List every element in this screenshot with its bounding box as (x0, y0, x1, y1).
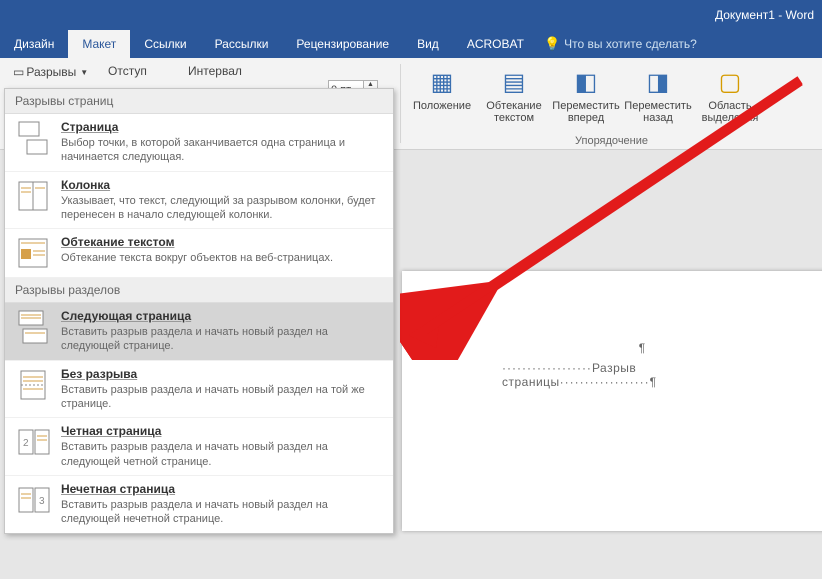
position-label: Положение (413, 100, 471, 112)
odd-page-icon: 3 (15, 482, 51, 518)
menu-item-odd-page[interactable]: 3 Нечетная страница Вставить разрыв разд… (5, 476, 393, 533)
tell-me-search[interactable]: 💡 Что вы хотите сделать? (544, 36, 697, 52)
ribbon-tabs: Дизайн Макет Ссылки Рассылки Рецензирова… (0, 30, 822, 58)
menu-item-desc: Выбор точки, в которой заканчивается одн… (61, 136, 383, 165)
send-backward-label: Переместить назад (624, 100, 691, 124)
spacing-group-label: Интервал (188, 64, 312, 78)
menu-item-desc: Вставить разрыв раздела и начать новый р… (61, 440, 383, 469)
menu-item-text-wrapping[interactable]: Обтекание текстом Обтекание текста вокру… (5, 229, 393, 278)
position-button[interactable]: ▦ Положение (409, 64, 475, 126)
document-canvas: ¶ Разрыв страницы¶ (400, 151, 822, 579)
breaks-dropdown-menu: Разрывы страниц Страница Выбор точки, в … (4, 88, 394, 534)
wrap-text-label: Обтекание текстом (485, 100, 543, 124)
breaks-dropdown-button[interactable]: ▭ Разрывы ▼ (8, 62, 93, 82)
menu-item-title: Без разрыва (61, 367, 383, 381)
selection-pane-icon: ▢ (714, 66, 746, 98)
menu-item-column[interactable]: Колонка Указывает, что текст, следующий … (5, 172, 393, 230)
menu-item-title: Следующая страница (61, 309, 383, 323)
bulb-icon: 💡 (544, 36, 560, 52)
tab-view[interactable]: Вид (403, 30, 453, 58)
next-page-icon (15, 309, 51, 345)
title-bar: Документ1 - Word (0, 0, 822, 30)
menu-item-desc: Вставить разрыв раздела и начать новый р… (61, 498, 383, 527)
bring-forward-button[interactable]: ◧ Переместить вперед (553, 64, 619, 126)
tab-review[interactable]: Рецензирование (282, 30, 403, 58)
menu-item-desc: Обтекание текста вокруг объектов на веб-… (61, 251, 383, 265)
even-page-icon: 2 (15, 424, 51, 460)
paragraph-mark: ¶ (650, 375, 657, 389)
bring-forward-label: Переместить вперед (552, 100, 619, 124)
tab-layout[interactable]: Макет (68, 30, 130, 58)
menu-item-title: Обтекание текстом (61, 235, 383, 249)
wrap-text-icon: ▤ (498, 66, 530, 98)
bring-forward-icon: ◧ (570, 66, 602, 98)
menu-item-next-page[interactable]: Следующая страница Вставить разрыв разде… (5, 303, 393, 361)
selection-pane-label: Область выделения (701, 100, 759, 124)
wrap-text-button[interactable]: ▤ Обтекание текстом (481, 64, 547, 126)
arrange-group: ▦ Положение ▤ Обтекание текстом ◧ Переме… (401, 58, 822, 128)
tell-me-label: Что вы хотите сделать? (564, 37, 697, 51)
menu-item-continuous[interactable]: Без разрыва Вставить разрыв раздела и на… (5, 361, 393, 419)
svg-text:3: 3 (39, 496, 45, 507)
paragraph-mark: ¶ (639, 341, 645, 355)
tab-links[interactable]: Ссылки (130, 30, 200, 58)
continuous-icon (15, 367, 51, 403)
page-break-indicator: Разрыв страницы¶ (502, 361, 782, 389)
menu-item-desc: Указывает, что текст, следующий за разры… (61, 194, 383, 223)
send-backward-icon: ◨ (642, 66, 674, 98)
svg-text:2: 2 (23, 438, 29, 449)
tab-mailings[interactable]: Рассылки (201, 30, 283, 58)
tab-acrobat[interactable]: ACROBAT (453, 30, 538, 58)
menu-item-title: Нечетная страница (61, 482, 383, 496)
menu-item-title: Страница (61, 120, 383, 134)
column-break-icon (15, 178, 51, 214)
menu-item-title: Колонка (61, 178, 383, 192)
menu-item-title: Четная страница (61, 424, 383, 438)
arrange-group-label: Упорядочение (401, 135, 822, 147)
selection-pane-button[interactable]: ▢ Область выделения (697, 64, 763, 126)
document-title: Документ1 - Word (715, 8, 814, 22)
menu-item-desc: Вставить разрыв раздела и начать новый р… (61, 325, 383, 354)
send-backward-button[interactable]: ◨ Переместить назад (625, 64, 691, 126)
position-icon: ▦ (426, 66, 458, 98)
menu-item-even-page[interactable]: 2 Четная страница Вставить разрыв раздел… (5, 418, 393, 476)
dropdown-section-page-breaks: Разрывы страниц (5, 89, 393, 114)
indent-group-label: Отступ (108, 64, 172, 78)
menu-item-desc: Вставить разрыв раздела и начать новый р… (61, 383, 383, 412)
tab-design[interactable]: Дизайн (0, 30, 68, 58)
page-break-icon (15, 120, 51, 156)
breaks-icon: ▭ (13, 65, 24, 79)
dropdown-section-section-breaks: Разрывы разделов (5, 278, 393, 303)
text-wrapping-icon (15, 235, 51, 271)
menu-item-page[interactable]: Страница Выбор точки, в которой заканчив… (5, 114, 393, 172)
document-page[interactable]: ¶ Разрыв страницы¶ (402, 271, 822, 531)
breaks-label: Разрывы (26, 65, 76, 79)
chevron-down-icon: ▼ (80, 68, 88, 77)
